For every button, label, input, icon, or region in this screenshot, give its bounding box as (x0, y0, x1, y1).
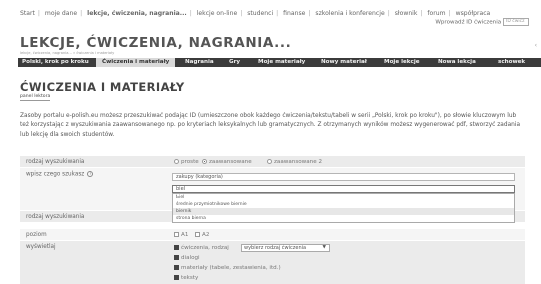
suggestion-item[interactable]: średnie przymiotnikowe biernie (173, 201, 514, 208)
exercise-type-select[interactable]: wybierz rodzaj ćwiczenia ▼ (241, 244, 330, 252)
nav-separator: | (189, 10, 192, 17)
panel-label: panel lektora (20, 94, 51, 101)
intro-text: Zasoby portalu e-polish.eu możesz przesz… (20, 113, 521, 138)
search-type-label: rodzaj wyszukiwania (26, 159, 85, 165)
exercise-id-input[interactable]: ID ćwicz (503, 18, 529, 26)
nav-separator: | (240, 10, 243, 17)
search-type-row: rodzaj wyszukiwania proste zaawansowane … (20, 156, 525, 167)
suggestion-item[interactable]: strona bierna (173, 215, 514, 222)
radio-simple[interactable] (174, 159, 179, 164)
top-bar: Start | moje dane | lekcje, ćwiczenia, nag… (0, 0, 541, 28)
query-label: wpisz czego szukasz? (26, 171, 94, 178)
level-row: poziom A1 A2 (20, 229, 525, 240)
nav-trainings[interactable]: szkolenia i konferencje (315, 10, 384, 17)
checkbox-a1[interactable] (174, 232, 179, 237)
collapse-arrow-icon[interactable]: ‹ (535, 42, 537, 49)
exercise-id-label: Wprowadź ID ćwiczenia (435, 19, 502, 26)
tab-recordings[interactable]: Nagrania (185, 58, 214, 67)
nav-separator: | (37, 10, 40, 17)
checkbox-texts[interactable] (174, 275, 179, 280)
nav-forum[interactable]: forum (427, 10, 445, 17)
nav-online-lessons[interactable]: lekcje on-line (197, 10, 238, 17)
section-tabs: Polski, krok po kroku Ćwiczenia i materi… (18, 58, 541, 67)
category-field[interactable]: zakupy (kategoria) (172, 173, 515, 181)
tab-new-lesson[interactable]: Nowa lekcja (438, 58, 476, 67)
display-row: wyświetlaj ćwiczenia, rodzaj wybierz rod… (20, 241, 525, 284)
nav-separator: | (80, 10, 83, 17)
level-label: poziom (26, 232, 47, 238)
search-type-label-2: rodzaj wyszukiwania (26, 214, 85, 220)
checkbox-a2[interactable] (195, 232, 200, 237)
nav-separator: | (448, 10, 451, 17)
nav-separator: | (387, 10, 390, 17)
search-type-advanced[interactable]: zaawansowane (202, 159, 252, 165)
display-dialogues[interactable]: dialogi (174, 255, 200, 261)
search-type-advanced-2[interactable]: zaawansowane 2 (267, 159, 322, 165)
nav-start[interactable]: Start (20, 10, 35, 17)
checkbox-exercises[interactable] (174, 245, 179, 250)
breadcrumb: lekcje, ćwiczenia, nagrania... » ćwiczen… (20, 51, 115, 55)
display-label: wyświetlaj (26, 244, 56, 250)
checkbox-materials[interactable] (174, 265, 179, 270)
level-a1[interactable]: A1 (174, 232, 188, 238)
top-nav: Start | moje dane | lekcje, ćwiczenia, nag… (20, 10, 490, 17)
autocomplete-dropdown: Ƅiel średnie przymiotnikowe biernie bier… (172, 193, 515, 223)
tab-my-lessons[interactable]: Moje lekcje (384, 58, 420, 67)
checkbox-dialogues[interactable] (174, 255, 179, 260)
level-a2[interactable]: A2 (195, 232, 209, 238)
nav-students[interactable]: studenci (247, 10, 273, 17)
suggestion-item[interactable]: Ƅiel (173, 194, 514, 201)
help-icon[interactable]: ? (87, 171, 94, 177)
tab-my-materials[interactable]: Moje materiały (258, 58, 305, 67)
page-title: ĆWICZENIA I MATERIAŁY (20, 80, 185, 94)
tab-polish-step-by-step[interactable]: Polski, krok po kroku (22, 58, 89, 67)
tab-clipboard[interactable]: schowek (498, 58, 525, 67)
nav-separator: | (276, 10, 279, 17)
nav-dictionary[interactable]: słownik (395, 10, 418, 17)
nav-separator: | (308, 10, 311, 17)
tab-exercises-and-materials[interactable]: Ćwiczenia i materiały (96, 58, 176, 67)
chevron-down-icon: ▼ (322, 245, 326, 250)
nav-separator: | (420, 10, 423, 17)
nav-lessons[interactable]: lekcje, ćwiczenia, nagrania... (87, 10, 187, 17)
site-title: LEKCJE, ĆWICZENIA, NAGRANIA... (20, 35, 292, 51)
nav-cooperation[interactable]: współpraca (456, 10, 491, 17)
tab-games[interactable]: Gry (229, 58, 240, 67)
search-type-simple[interactable]: proste (174, 159, 199, 165)
nav-my-data[interactable]: moje dane (45, 10, 77, 17)
display-exercises[interactable]: ćwiczenia, rodzaj (174, 245, 229, 251)
tab-new-material[interactable]: Nowy materiał (321, 58, 367, 67)
exercise-id-search: Wprowadź ID ćwiczenia ID ćwicz (435, 18, 529, 26)
radio-advanced-2[interactable] (267, 159, 272, 164)
suggestion-item-highlighted[interactable]: biernik (173, 208, 514, 215)
display-texts[interactable]: teksty (174, 275, 198, 281)
search-input[interactable]: biel (172, 185, 515, 193)
radio-advanced[interactable] (202, 159, 207, 164)
display-materials[interactable]: materiały (tabele, zestawienia, itd.) (174, 265, 281, 271)
nav-finances[interactable]: finanse (283, 10, 305, 17)
